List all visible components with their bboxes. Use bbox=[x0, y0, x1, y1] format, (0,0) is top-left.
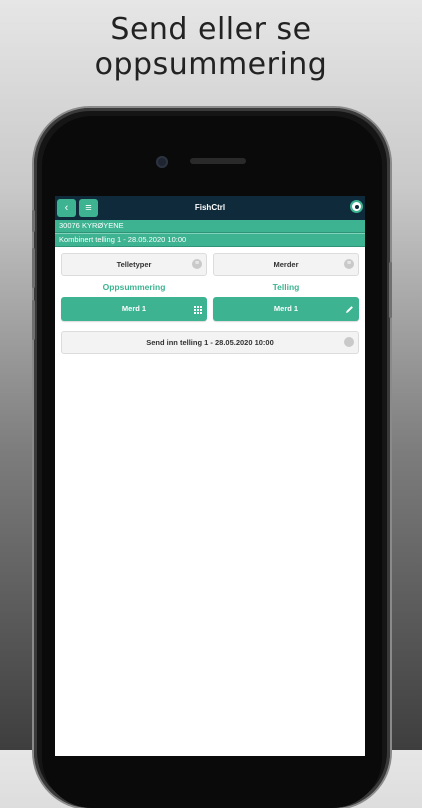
oppsummering-merd-label: Merd 1 bbox=[121, 304, 147, 313]
fishctrl-logo-icon[interactable] bbox=[350, 200, 363, 213]
location-bar: 30076 KYRØYENE bbox=[55, 220, 365, 233]
section-labels-row: Oppsummering Telling bbox=[61, 276, 359, 297]
merd-buttons-row: Merd 1 Merd 1 bbox=[61, 297, 359, 321]
send-count-label: Send inn telling 1 - 28.05.2020 10:00 bbox=[146, 338, 274, 347]
oppsummering-merd-button[interactable]: Merd 1 bbox=[61, 297, 207, 321]
telletyper-label: Telletyper bbox=[116, 260, 152, 269]
speaker-grille bbox=[190, 158, 246, 164]
telletyper-button[interactable]: Telletyper ≡ bbox=[61, 253, 207, 276]
main-content: Telletyper ≡ Merder ≡ Oppsummering Telli… bbox=[55, 247, 365, 354]
oppsummering-heading: Oppsummering bbox=[102, 282, 166, 292]
grid-icon bbox=[194, 297, 202, 321]
count-bar: Kombinert telling 1 - 28.05.2020 10:00 bbox=[55, 233, 365, 247]
mute-switch bbox=[32, 210, 35, 232]
list-icon: ≡ bbox=[192, 259, 202, 269]
top-buttons-row: Telletyper ≡ Merder ≡ bbox=[61, 253, 359, 276]
volume-up-button bbox=[32, 248, 35, 288]
merder-button[interactable]: Merder ≡ bbox=[213, 253, 359, 276]
app-screen: ‹ ≡ FishCtrl 30076 KYRØYENE Kombinert te… bbox=[55, 196, 365, 756]
list-icon: ≡ bbox=[344, 259, 354, 269]
app-title: FishCtrl bbox=[194, 203, 226, 212]
power-button bbox=[389, 262, 392, 318]
upload-icon bbox=[344, 337, 354, 347]
camera-icon bbox=[156, 156, 168, 168]
pencil-icon bbox=[345, 297, 354, 321]
top-bar: ‹ ≡ FishCtrl bbox=[55, 196, 365, 220]
merder-label: Merder bbox=[273, 260, 299, 269]
telling-merd-button[interactable]: Merd 1 bbox=[213, 297, 359, 321]
telling-merd-label: Merd 1 bbox=[273, 304, 299, 313]
send-count-button[interactable]: Send inn telling 1 - 28.05.2020 10:00 bbox=[61, 331, 359, 354]
volume-down-button bbox=[32, 300, 35, 340]
promo-headline: Send eller se oppsummering bbox=[94, 12, 328, 82]
telling-heading: Telling bbox=[272, 282, 300, 292]
